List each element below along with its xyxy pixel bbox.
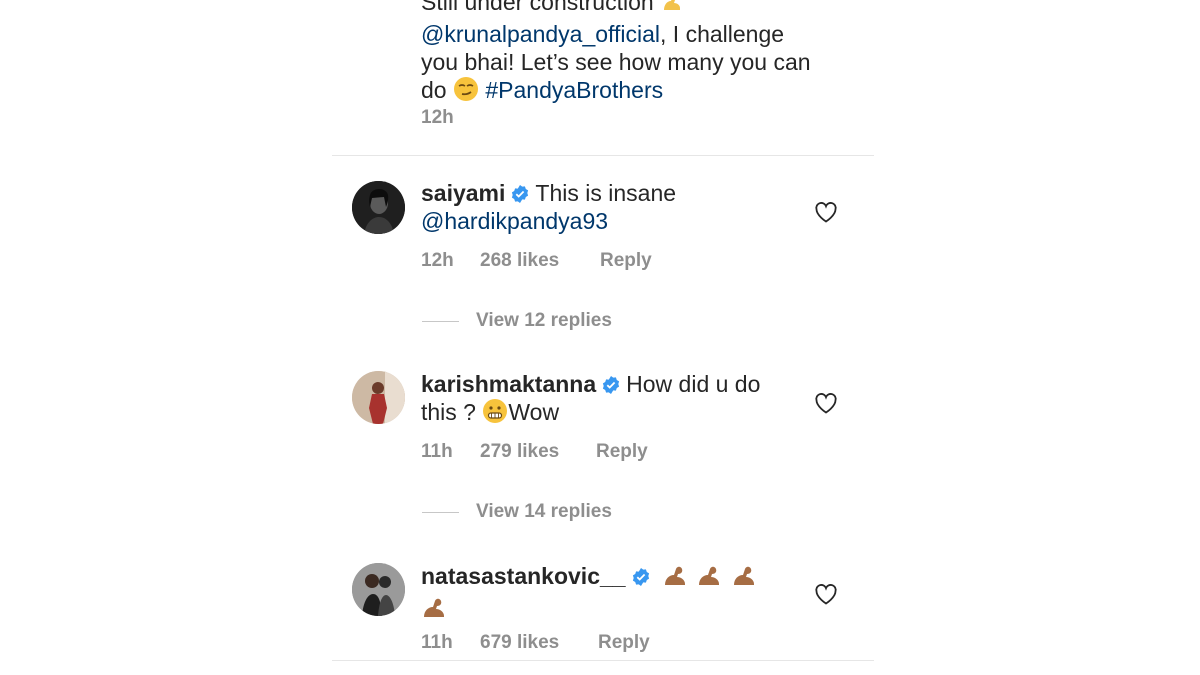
heart-outline-icon[interactable]: [814, 201, 838, 223]
top-comment-line3: you bhai! Let’s see how many you can: [421, 49, 811, 75]
comment-meta: 11h 279 likes Reply: [421, 441, 648, 463]
flexed-biceps-emoji-icon: [421, 594, 449, 626]
reply-button[interactable]: Reply: [596, 441, 648, 463]
comment-username[interactable]: saiyami: [421, 180, 505, 206]
top-comment-line2: @krunalpandya_official, I challenge: [421, 21, 785, 47]
verified-badge-icon: [511, 181, 529, 203]
reply-button[interactable]: Reply: [598, 632, 650, 654]
flexed-biceps-emoji-icon: [696, 562, 724, 594]
avatar[interactable]: [352, 371, 405, 424]
comment-meta: 12h 268 likes Reply: [421, 250, 652, 272]
mention-link[interactable]: @krunalpandya_official: [421, 21, 660, 47]
verified-badge-icon: [602, 372, 620, 394]
grimace-emoji-icon: [482, 398, 508, 430]
like-count[interactable]: 279 likes: [480, 441, 596, 463]
comment-username[interactable]: karishmaktanna: [421, 371, 596, 397]
reply-button[interactable]: Reply: [600, 250, 652, 272]
comment-time: 12h: [421, 107, 454, 128]
comment-text: saiyami This is insane @hardikpandya93: [421, 180, 677, 234]
flexed-biceps-emoji-icon: [731, 562, 759, 594]
hashtag-link[interactable]: #PandyaBrothers: [485, 77, 663, 103]
view-replies-button[interactable]: View 12 replies: [422, 310, 612, 332]
avatar[interactable]: [352, 181, 405, 234]
comment-time: 11h: [421, 632, 453, 653]
comment-time: 11h: [421, 441, 453, 462]
flexed-biceps-emoji-icon: [660, 0, 684, 20]
comment-meta: 11h 679 likes Reply: [421, 632, 650, 654]
divider: [332, 660, 874, 661]
avatar[interactable]: [352, 563, 405, 616]
heart-outline-icon[interactable]: [814, 392, 838, 414]
top-comment-text: Still under construction @krunalpandya_o…: [421, 0, 811, 108]
comment-text: karishmaktanna How did u do this ? Wow: [421, 370, 760, 430]
view-replies-line: [422, 511, 459, 513]
top-comment-line4: do #PandyaBrothers: [421, 76, 811, 108]
view-replies-button[interactable]: View 14 replies: [422, 501, 612, 523]
smirk-emoji-icon: [453, 76, 479, 108]
comment-time: 12h: [421, 250, 454, 271]
flexed-biceps-emoji-icon: [662, 562, 690, 594]
view-replies-line: [422, 320, 459, 322]
divider: [332, 155, 874, 156]
verified-badge-icon: [632, 564, 650, 586]
top-comment-line1: Still under construction: [421, 0, 811, 20]
like-count[interactable]: 679 likes: [480, 632, 598, 654]
comment-text: natasastankovic__: [421, 562, 759, 626]
heart-outline-icon[interactable]: [814, 583, 838, 605]
top-comment-meta: 12h: [421, 107, 454, 129]
like-count[interactable]: 268 likes: [480, 250, 600, 272]
mention-link[interactable]: @hardikpandya93: [421, 208, 608, 234]
comment-username[interactable]: natasastankovic__: [421, 563, 626, 589]
